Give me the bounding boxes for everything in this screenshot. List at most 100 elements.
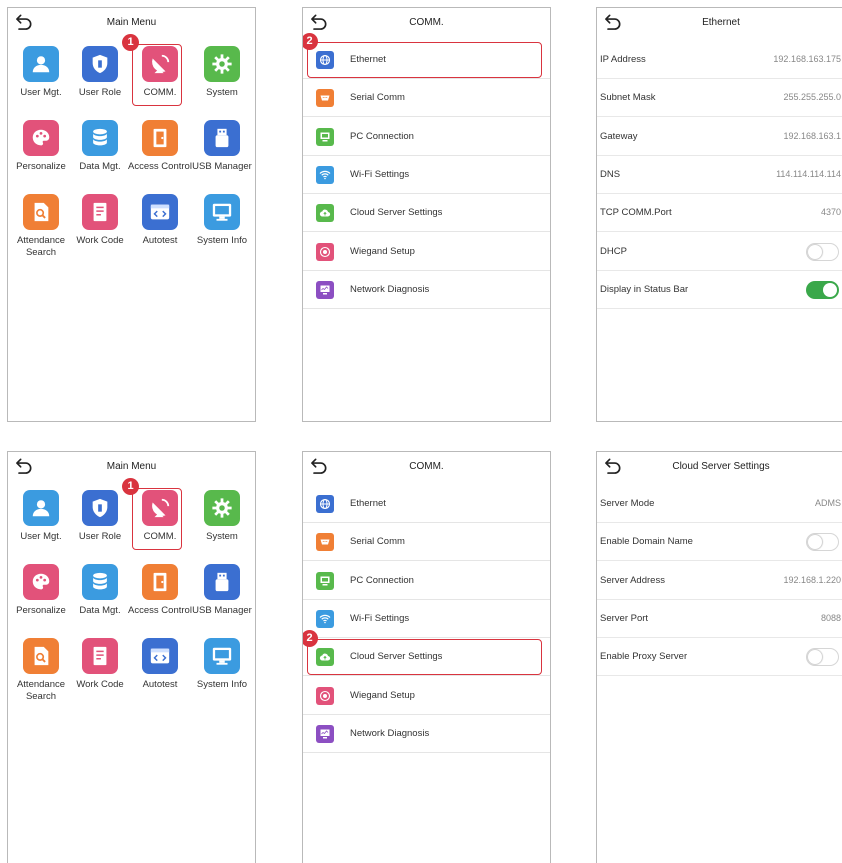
user-icon — [32, 56, 50, 73]
setting-row-server-mode[interactable]: Server Mode ADMS — [597, 485, 842, 523]
screen-title: Ethernet — [702, 17, 740, 28]
usb-icon — [215, 572, 229, 592]
serial-port-icon — [320, 95, 330, 101]
setting-row-server-address[interactable]: Server Address 192.168.1.220 — [597, 562, 842, 600]
setting-label: Server Mode — [600, 498, 655, 509]
selected-item-highlight — [307, 639, 542, 676]
setting-value: ADMS — [814, 498, 841, 508]
monitor-icon — [212, 203, 232, 221]
toggle-switch[interactable] — [806, 280, 839, 299]
ethernet-settings-screen: Ethernet IP Address 192.168.163.175 Subnet … — [596, 7, 842, 422]
comm-item-label: Wiegand Setup — [350, 245, 415, 257]
comm-item-label: PC Connection — [350, 130, 414, 142]
network-diagnosis-icon — [320, 285, 330, 295]
menu-tile — [23, 490, 59, 526]
comm-item-wi-fi-settings[interactable]: Wi-Fi Settings — [303, 600, 550, 638]
menu-item-label: USB Manager — [192, 161, 252, 172]
screen-title: COMM. — [409, 461, 444, 472]
comm-item-tile — [316, 495, 334, 513]
menu-tile — [204, 564, 240, 600]
comm-item-tile — [316, 609, 334, 628]
comm-item-label: Wi-Fi Settings — [350, 612, 410, 624]
setting-label: DHCP — [600, 245, 627, 257]
comm-item-cloud-server-settings[interactable]: Cloud Server Settings — [303, 194, 550, 233]
notebook-icon — [93, 202, 107, 222]
setting-value: 192.168.1.220 — [783, 574, 841, 585]
menu-tile — [82, 120, 118, 156]
toggle-switch[interactable] — [806, 533, 839, 552]
serial-port-icon — [320, 539, 330, 545]
setting-row-enable-domain-name[interactable]: Enable Domain Name — [597, 523, 842, 562]
wiegand-icon — [319, 246, 331, 257]
menu-tile — [23, 564, 59, 600]
comm-item-wiegand-setup[interactable]: Wiegand Setup — [303, 233, 550, 271]
setting-row-ip-address[interactable]: IP Address 192.168.163.175 — [597, 41, 842, 79]
toggle-switch[interactable] — [806, 648, 839, 667]
menu-item-label: USB Manager — [192, 605, 252, 616]
setting-label: DNS — [600, 168, 621, 180]
title-bar: Cloud Server Settings — [597, 452, 842, 482]
setting-label: Display in Status Bar — [600, 283, 689, 295]
comm-item-wiegand-setup[interactable]: Wiegand Setup — [303, 677, 550, 715]
setting-row-subnet-mask[interactable]: Subnet Mask 255.255.255.0 — [597, 79, 842, 118]
menu-tile — [204, 46, 240, 82]
setting-row-dns[interactable]: DNS 114.114.114.114 — [597, 156, 842, 194]
comm-item-pc-connection[interactable]: PC Connection — [303, 118, 550, 156]
setting-row-display-in-status-bar[interactable]: Display in Status Bar — [597, 271, 842, 309]
comm-item-label: Network Diagnosis — [350, 727, 430, 739]
wifi-icon — [319, 614, 331, 624]
comm-item-tile — [316, 165, 334, 184]
comm-menu-screen-top: COMM. Ethernet Serial Comm PC Connection Wi-… — [302, 7, 551, 422]
setting-value: 114.114.114.114 — [776, 168, 841, 179]
comm-item-serial-comm[interactable]: Serial Comm — [303, 523, 550, 562]
pc-icon — [320, 132, 330, 142]
menu-item-label: Access Control — [128, 605, 192, 616]
code-window-icon — [150, 648, 170, 664]
menu-tile — [204, 120, 240, 156]
step-badge: 1 — [122, 478, 139, 495]
menu-tile — [142, 120, 178, 156]
comm-item-network-diagnosis[interactable]: Network Diagnosis — [303, 715, 550, 753]
palette-icon — [32, 573, 50, 590]
comm-item-tile — [316, 280, 334, 299]
user-icon — [32, 500, 50, 517]
menu-tile — [82, 564, 118, 600]
menu-tile — [23, 638, 59, 674]
shield-user-icon — [92, 498, 108, 518]
setting-row-server-port[interactable]: Server Port 8088 — [597, 600, 842, 638]
comm-item-label: Serial Comm — [350, 92, 405, 104]
document-search-icon — [34, 202, 49, 222]
setting-label: Gateway — [600, 130, 638, 142]
setting-label: Server Port — [600, 612, 649, 624]
setting-row-tcp-comm-port[interactable]: TCP COMM.Port 4370 — [597, 194, 842, 233]
setting-label: IP Address — [600, 54, 646, 65]
setting-row-gateway[interactable]: Gateway 192.168.163.1 — [597, 118, 842, 156]
palette-icon — [32, 129, 50, 146]
selected-item-highlight — [307, 42, 542, 78]
comm-item-label: Serial Comm — [350, 536, 405, 548]
menu-tile — [23, 194, 59, 230]
document-search-icon — [34, 646, 49, 666]
menu-tile — [142, 564, 178, 600]
menu-tile — [204, 194, 240, 230]
comm-item-wi-fi-settings[interactable]: Wi-Fi Settings — [303, 156, 550, 194]
setting-row-enable-proxy-server[interactable]: Enable Proxy Server — [597, 638, 842, 677]
setting-label: Server Address — [600, 574, 665, 586]
setting-value: 192.168.163.175 — [773, 54, 841, 64]
gear-icon — [212, 54, 232, 74]
monitor-icon — [212, 647, 232, 665]
setting-label: Enable Domain Name — [600, 536, 693, 548]
setting-row-dhcp[interactable]: DHCP — [597, 233, 842, 271]
menu-tile — [142, 638, 178, 674]
door-icon — [153, 572, 167, 592]
comm-item-ethernet[interactable]: Ethernet — [303, 485, 550, 523]
toggle-switch[interactable] — [806, 242, 839, 261]
comm-item-pc-connection[interactable]: PC Connection — [303, 562, 550, 600]
comm-item-network-diagnosis[interactable]: Network Diagnosis — [303, 271, 550, 309]
screen-title: Cloud Server Settings — [672, 461, 770, 472]
menu-tile — [23, 120, 59, 156]
comm-item-label: PC Connection — [350, 574, 414, 586]
cloud-server-settings-screen: Cloud Server Settings Server Mode ADMS Enab… — [596, 451, 842, 863]
gear-icon — [212, 498, 232, 518]
comm-item-serial-comm[interactable]: Serial Comm — [303, 79, 550, 118]
